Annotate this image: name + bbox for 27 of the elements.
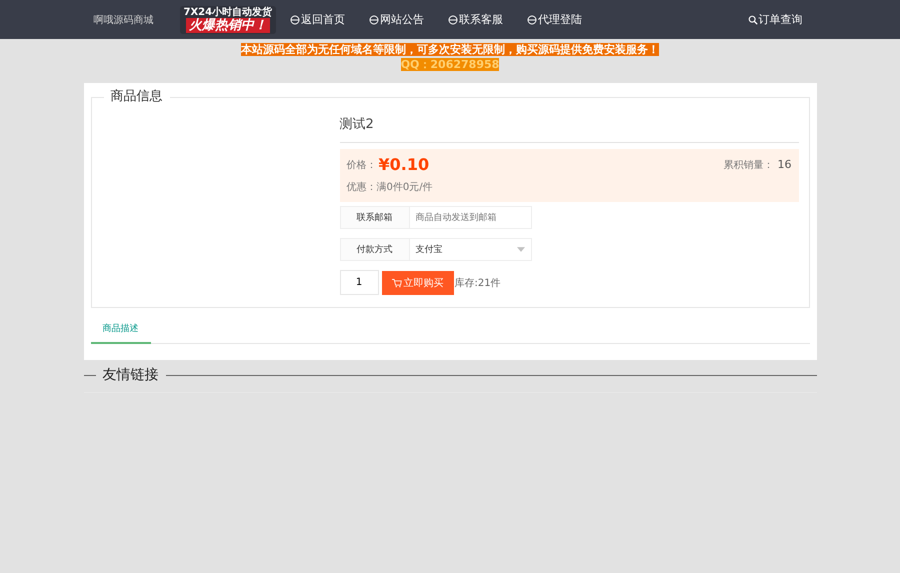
sales-count: 16: [778, 158, 792, 171]
quantity-field[interactable]: 1: [340, 270, 378, 295]
nav-link[interactable]: 联系客服: [448, 12, 504, 27]
email-field[interactable]: 商品自动发送到邮箱: [410, 206, 532, 229]
order-query-link[interactable]: 订单查询: [748, 12, 802, 27]
notice-text: 本站源码全部为无任何域名等限制，可多次安装无限制，购买源码提供免费安装服务！: [241, 43, 659, 56]
nav-link[interactable]: 代理登陆: [527, 12, 582, 27]
price-label: 价格：: [346, 158, 376, 172]
sales-label: 累积销量：: [724, 158, 774, 172]
field-label: 付款方式: [340, 238, 410, 261]
nav-link[interactable]: 网站公告: [369, 12, 424, 27]
discount-text: 优惠：满0件0元/件: [346, 180, 434, 194]
price-value: ¥0.10: [378, 155, 430, 174]
qq-contact: QQ：206278958: [400, 58, 500, 71]
section-title: 友情链接: [102, 366, 160, 384]
cart-icon: [392, 278, 402, 288]
section-title: 商品信息: [104, 89, 170, 105]
nav-link[interactable]: 返回首页: [290, 12, 346, 27]
tab[interactable]: 商品描述: [90, 318, 150, 344]
stock-text: 库存:21件: [454, 276, 501, 290]
search-icon: [748, 14, 758, 24]
payment-select[interactable]: 支付宝: [410, 238, 532, 261]
site-name[interactable]: 啊哦源码商城: [94, 12, 180, 26]
caret-icon: [516, 247, 524, 252]
promo-badge: 7X24小时自动发货 火爆热销中！: [180, 6, 276, 34]
field-label: 联系邮箱: [340, 206, 410, 229]
product-title: 测试2: [340, 108, 798, 143]
